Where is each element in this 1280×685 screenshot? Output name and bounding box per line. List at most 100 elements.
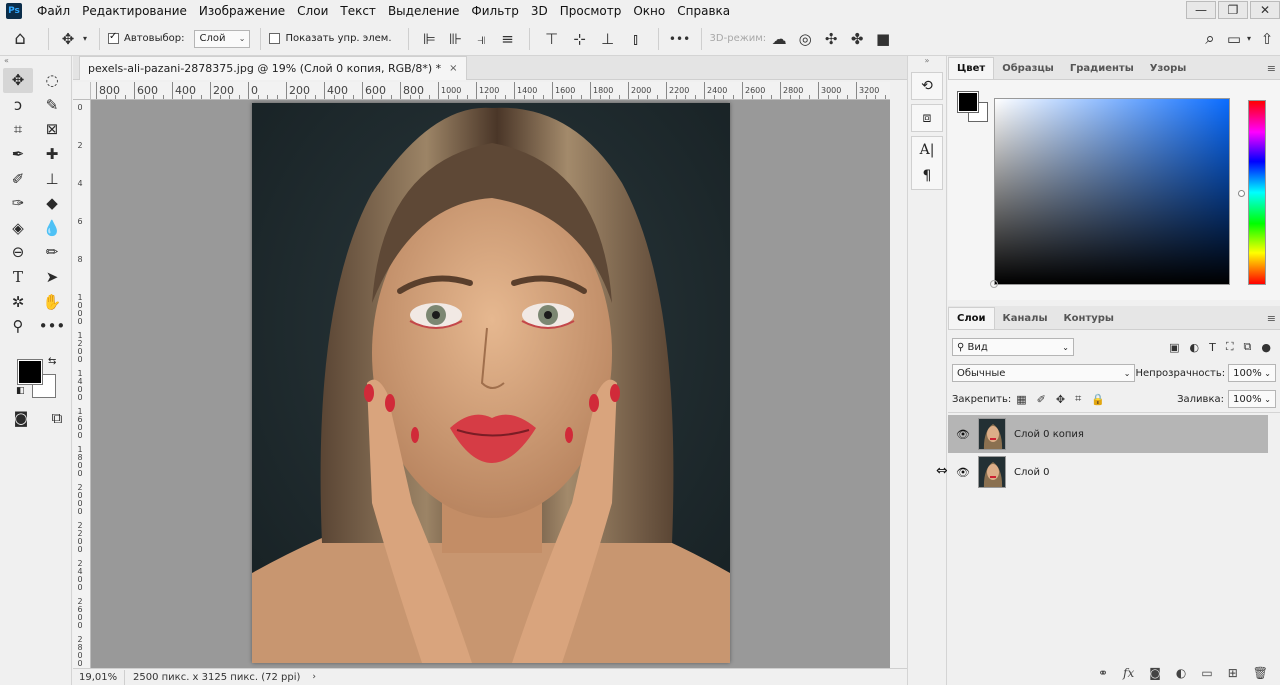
character-panel-icon[interactable]: A|	[912, 137, 942, 163]
dodge-icon[interactable]: ⊖	[3, 240, 33, 265]
paragraph-panel-icon[interactable]: ¶	[912, 163, 942, 189]
lock-all-icon[interactable]: 🔒	[1091, 393, 1105, 406]
paint-bucket-icon[interactable]: ◈	[3, 216, 33, 241]
hand-icon[interactable]: ✋	[37, 289, 67, 314]
tab-gradients[interactable]: Градиенты	[1062, 57, 1142, 79]
filter-type-icon[interactable]: T	[1209, 341, 1216, 354]
more-tools-icon[interactable]: •••	[37, 314, 67, 339]
layer-filter-dropdown[interactable]: ⚲ Вид ⌄	[952, 338, 1074, 356]
close-button[interactable]: ✕	[1250, 1, 1280, 19]
lock-transparent-icon[interactable]: ▦	[1016, 393, 1026, 406]
frame-icon[interactable]: ⊠	[37, 117, 67, 142]
portrait-photo[interactable]	[252, 103, 730, 663]
zoom-level-field[interactable]: 19,01%	[73, 669, 125, 685]
group-icon[interactable]: ▭	[1201, 666, 1212, 680]
status-menu-arrow[interactable]: ›	[312, 672, 316, 682]
color-swatches[interactable]: ⇆ ◧	[16, 356, 62, 398]
color-field[interactable]	[994, 98, 1230, 285]
strip-collapse-icon[interactable]: »	[908, 56, 946, 68]
close-tab-icon[interactable]: ×	[449, 63, 457, 74]
menu-3d[interactable]: 3D	[525, 4, 554, 18]
menu-window[interactable]: Окно	[627, 4, 671, 18]
align-right-icon[interactable]: ⫣	[469, 30, 495, 48]
eraser-icon[interactable]: ◆	[37, 191, 67, 216]
color-picker-marker[interactable]	[990, 280, 998, 288]
opacity-field[interactable]: 100% ⌄	[1228, 364, 1276, 382]
swap-colors-icon[interactable]: ⇆	[48, 356, 56, 367]
blur-icon[interactable]: 💧	[37, 216, 67, 241]
foreground-color-swatch[interactable]	[957, 91, 979, 113]
align-top-icon[interactable]: ⊤	[538, 30, 566, 48]
filter-pixel-icon[interactable]: ▣	[1169, 341, 1179, 354]
filter-toggle-icon[interactable]: ●	[1261, 341, 1271, 354]
align-center-icon[interactable]: ⊪	[443, 30, 469, 48]
lock-artboard-icon[interactable]: ⌗	[1075, 392, 1081, 406]
mask-icon[interactable]: ◙	[1149, 666, 1161, 680]
autoselect-dropdown[interactable]: Слой ⌄	[194, 29, 251, 48]
layers-panel-menu-icon[interactable]: ≡	[1267, 312, 1276, 325]
crop-icon[interactable]: ⌗	[3, 117, 33, 142]
history-panel-icon[interactable]: ⟲	[912, 73, 942, 99]
document-tab[interactable]: pexels-ali-pazani-2878375.jpg @ 19% (Сло…	[79, 56, 467, 80]
history-brush-icon[interactable]: ✑	[3, 191, 33, 216]
layer-row[interactable]: 👁 Слой 0	[948, 453, 1268, 491]
brush-icon[interactable]: ✐	[3, 166, 33, 191]
autoselect-checkbox[interactable]	[108, 31, 119, 44]
align-left-icon[interactable]: ⊫	[417, 30, 443, 48]
3d-panel-icon[interactable]: ⧈	[912, 105, 942, 131]
quick-selection-icon[interactable]: ✎	[37, 93, 67, 118]
color-panel-menu-icon[interactable]: ≡	[1267, 62, 1276, 75]
new-layer-icon[interactable]: ⊞	[1228, 666, 1238, 680]
menu-view[interactable]: Просмотр	[554, 4, 628, 18]
menu-help[interactable]: Справка	[671, 4, 736, 18]
type-icon[interactable]: T	[3, 265, 33, 290]
eyedropper-icon[interactable]: ✒	[3, 142, 33, 167]
tab-color[interactable]: Цвет	[948, 57, 995, 79]
tab-channels[interactable]: Каналы	[995, 307, 1056, 329]
align-bottom-icon[interactable]: ⊥	[594, 30, 622, 48]
lasso-icon[interactable]: ↄ	[3, 93, 33, 118]
canvas-area[interactable]	[91, 100, 890, 668]
pen-icon[interactable]: ✏	[37, 240, 67, 265]
align-middle-icon[interactable]: ⊹	[566, 30, 594, 48]
blend-mode-dropdown[interactable]: Обычные ⌄	[952, 364, 1136, 382]
search-icon[interactable]: ⌕	[1196, 29, 1224, 49]
layer-row[interactable]: 👁 Слой 0 копия	[948, 415, 1268, 453]
tab-swatches[interactable]: Образцы	[994, 57, 1062, 79]
distribute-icon[interactable]: ≡	[495, 30, 521, 48]
fill-field[interactable]: 100% ⌄	[1228, 390, 1276, 408]
healing-brush-icon[interactable]: ✚	[37, 142, 67, 167]
lock-image-icon[interactable]: ✐	[1037, 393, 1046, 406]
menu-layers[interactable]: Слои	[291, 4, 334, 18]
menu-select[interactable]: Выделение	[382, 4, 465, 18]
quick-mask-icon[interactable]: ◙	[10, 406, 32, 431]
trash-icon[interactable]: 🗑	[1253, 666, 1268, 680]
workspace-icon[interactable]: ▭	[1224, 30, 1244, 48]
hue-slider[interactable]	[1248, 100, 1266, 285]
foreground-color-swatch[interactable]	[17, 359, 43, 385]
filter-adjustment-icon[interactable]: ◐	[1189, 341, 1199, 354]
tab-layers[interactable]: Слои	[948, 307, 995, 329]
menu-filter[interactable]: Фильтр	[465, 4, 524, 18]
home-icon[interactable]: ⌂	[0, 28, 40, 49]
ellipse-marquee-icon[interactable]: ◌	[37, 68, 67, 93]
fx-icon[interactable]: fx	[1123, 666, 1134, 680]
menu-file[interactable]: Файл	[31, 4, 76, 18]
stamp-icon[interactable]: ⊥	[37, 166, 67, 191]
tools-panel-collapse-icon[interactable]: «	[0, 56, 71, 68]
distribute-vertical-icon[interactable]: ⫾	[622, 30, 650, 48]
filter-smart-object-icon[interactable]: ⧉	[1244, 340, 1252, 354]
screen-mode-icon[interactable]: ⧉	[46, 406, 68, 431]
tab-patterns[interactable]: Узоры	[1142, 57, 1195, 79]
more-options-button[interactable]: •••	[667, 32, 693, 46]
minimize-button[interactable]: —	[1186, 1, 1216, 19]
lock-position-icon[interactable]: ✥	[1056, 393, 1065, 406]
hue-slider-handle[interactable]	[1238, 190, 1245, 197]
path-selection-icon[interactable]: ➤	[37, 265, 67, 290]
menu-type[interactable]: Текст	[334, 4, 382, 18]
link-icon[interactable]: ⚭	[1098, 666, 1108, 680]
menu-image[interactable]: Изображение	[193, 4, 291, 18]
menu-edit[interactable]: Редактирование	[76, 4, 193, 18]
visibility-eye-icon[interactable]: 👁	[948, 428, 978, 441]
share-icon[interactable]: ⇧	[1254, 30, 1280, 48]
